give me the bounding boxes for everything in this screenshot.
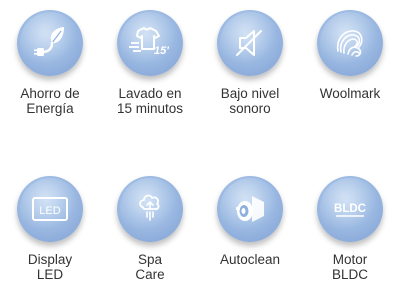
feature-badge: LED	[17, 176, 83, 242]
feature-label: Bajo nivel sonoro	[220, 86, 280, 116]
feature-badge	[17, 10, 83, 76]
features-grid: Ahorro de Energía 15' Lavado en 15 minut…	[0, 0, 396, 298]
muted-speaker-icon	[236, 30, 262, 56]
feature-15-min-wash: 15' Lavado en 15 minutos	[100, 10, 200, 116]
feature-badge: 15'	[117, 10, 183, 76]
woolmark-icon	[336, 30, 363, 57]
feature-spa-care: Spa Care	[100, 176, 200, 282]
badge-bldc-text: BLDC	[334, 203, 366, 215]
badge-15-text: 15'	[154, 45, 169, 57]
feature-label: Autoclean	[219, 252, 281, 267]
feature-label: Lavado en 15 minutos	[116, 86, 184, 116]
feature-woolmark: Woolmark	[300, 10, 396, 101]
feature-badge	[117, 176, 183, 242]
feature-energy-saving: Ahorro de Energía	[0, 10, 100, 116]
feature-label: Spa Care	[135, 252, 165, 282]
feature-label: Motor BLDC	[331, 252, 368, 282]
bldc-motor-icon: BLDC	[334, 203, 366, 217]
badge-led-text: LED	[39, 205, 60, 217]
feature-label: Woolmark	[319, 86, 381, 101]
feature-badge	[317, 10, 383, 76]
feature-led-display: LED Display LED	[0, 176, 100, 282]
feature-badge	[217, 10, 283, 76]
feature-autoclean: Autoclean	[200, 176, 300, 267]
led-display-icon: LED	[32, 197, 68, 221]
feature-label: Display LED	[27, 252, 73, 282]
feature-badge: BLDC	[317, 176, 383, 242]
leaf-plug-icon	[34, 27, 64, 56]
autoclean-icon	[236, 196, 264, 222]
feature-label: Ahorro de Energía	[20, 86, 80, 116]
spa-care-icon	[139, 194, 160, 221]
shirt-15-icon: 15'	[129, 27, 169, 57]
feature-bldc-motor: BLDC Motor BLDC	[300, 176, 396, 282]
feature-badge	[217, 176, 283, 242]
feature-low-noise: Bajo nivel sonoro	[200, 10, 300, 116]
